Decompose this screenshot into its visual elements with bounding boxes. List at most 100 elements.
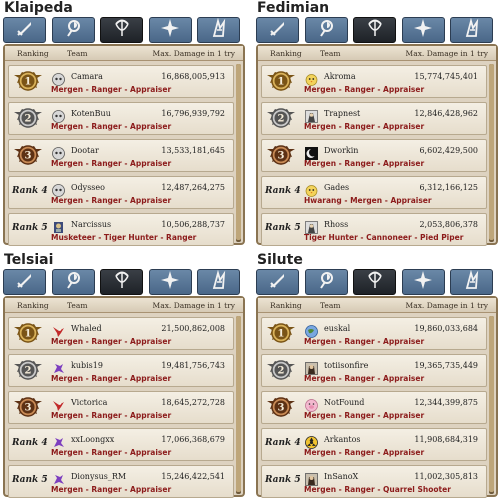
max-damage-value: 12,344,399,875 — [414, 398, 478, 407]
table-header: Ranking Team Max. Damage in 1 try — [258, 46, 496, 61]
rank-label: Rank 4 — [265, 438, 301, 448]
ranking-row[interactable]: 3 Victorica 18,645,272,728 Mergen - Ranger … — [8, 391, 234, 424]
class-tab-sword[interactable] — [256, 269, 299, 295]
scrollbar-thumb[interactable] — [489, 316, 494, 492]
ranking-row[interactable]: 2 Trapnest 12,846,428,962 Mergen - Ranger -… — [261, 102, 487, 135]
server-section: Silute Ranking Team Max. Damage in 1 try 1 eu… — [253, 252, 498, 500]
bow-icon — [365, 270, 385, 294]
header-ranking: Ranking — [270, 301, 302, 310]
team-name: Rhoss — [324, 220, 349, 229]
ranking-row[interactable]: Rank 5 Rhoss 2,053,806,378 Tiger Hunter - C… — [261, 213, 487, 246]
bow-icon — [112, 18, 132, 42]
ranking-row[interactable]: Rank 5 InSanoX 11,002,305,813 Mergen - Rang… — [261, 465, 487, 498]
class-tab-cross[interactable] — [401, 17, 445, 43]
class-tab-mage[interactable] — [304, 17, 348, 43]
cross-icon — [160, 18, 180, 42]
class-tab-scout[interactable] — [197, 269, 240, 295]
header-ranking: Ranking — [270, 49, 302, 58]
knight-icon — [52, 219, 65, 233]
ranking-row[interactable]: 3 NotFound 12,344,399,875 Mergen - Ranger -… — [261, 391, 487, 424]
portrait-icon — [305, 219, 318, 234]
class-tab-mage[interactable] — [51, 17, 95, 43]
class-tab-sword[interactable] — [3, 17, 46, 43]
rank-label: Rank 4 — [265, 186, 301, 196]
svg-text:1: 1 — [25, 77, 32, 88]
class-tab-sword[interactable] — [3, 269, 46, 295]
ranking-row[interactable]: 3 Dworkin 6,602,429,500 Mergen - Ranger - A… — [261, 139, 487, 172]
class-tab-mage[interactable] — [304, 269, 348, 295]
ranking-row[interactable]: Rank 5 Narcissus 10,506,288,737 Musketeer -… — [8, 213, 234, 246]
ranking-panel: Ranking Team Max. Damage in 1 try 1 Akroma 15… — [256, 44, 498, 246]
svg-text:3: 3 — [278, 151, 285, 162]
max-damage-value: 15,246,422,541 — [161, 472, 225, 481]
bird-red-icon — [52, 323, 65, 337]
class-combination: Mergen - Ranger - Appraiser — [304, 159, 425, 168]
bronze-medal-icon: 3 — [265, 143, 297, 169]
server-name: Fedimian — [257, 0, 330, 16]
scrollbar[interactable] — [489, 64, 494, 242]
pig-icon — [305, 397, 318, 412]
ranking-row[interactable]: Rank 4 Gades 6,312,166,125 Hwarang - Mergen… — [261, 176, 487, 209]
silver-medal-icon: 2 — [265, 358, 297, 384]
class-tab-scout[interactable] — [197, 17, 240, 43]
class-tab-cross[interactable] — [401, 269, 445, 295]
max-damage-value: 10,506,288,737 — [161, 220, 225, 229]
class-tab-bow[interactable] — [353, 269, 396, 295]
class-tabs — [256, 269, 498, 295]
ranking-row[interactable]: 2 kubis19 19,481,756,743 Mergen - Ranger - … — [8, 354, 234, 387]
ranking-row[interactable]: 1 euskal 19,860,033,684 Mergen - Ranger - A… — [261, 317, 487, 350]
ranking-row[interactable]: 1 Whaled 21,500,862,008 Mergen - Ranger - A… — [8, 317, 234, 350]
scrollbar[interactable] — [236, 64, 241, 242]
class-tab-scout[interactable] — [450, 17, 493, 43]
ranking-row[interactable]: Rank 4 Arkantos 11,908,684,319 Mergen - Ran… — [261, 428, 487, 461]
team-name: Gades — [324, 183, 350, 192]
class-tab-bow[interactable] — [353, 17, 396, 43]
max-damage-value: 17,066,368,679 — [161, 435, 225, 444]
class-combination: Mergen - Ranger - Appraiser — [51, 122, 172, 131]
class-tab-cross[interactable] — [148, 17, 192, 43]
bird-red-icon — [52, 397, 65, 411]
class-tab-mage[interactable] — [51, 269, 95, 295]
ranking-row[interactable]: Rank 4 xxLoongxx 17,066,368,679 Mergen - Ra… — [8, 428, 234, 461]
class-tab-cross[interactable] — [148, 269, 192, 295]
ranking-row[interactable]: 1 Akroma 15,774,745,401 Mergen - Ranger - A… — [261, 65, 487, 98]
svg-text:2: 2 — [278, 114, 285, 125]
ranking-row[interactable]: Rank 5 Dionysus_RM 15,246,422,541 Mergen - … — [8, 465, 234, 498]
class-tab-scout[interactable] — [450, 269, 493, 295]
team-name: Dionysus_RM — [71, 472, 127, 481]
class-tabs — [3, 269, 245, 295]
rank-label: Rank 4 — [12, 186, 48, 196]
scrollbar-thumb[interactable] — [236, 64, 241, 240]
server-section: Fedimian Ranking Team Max. Damage in 1 try 1… — [253, 0, 498, 248]
bronze-medal-icon: 3 — [265, 395, 297, 421]
scrollbar-thumb[interactable] — [236, 316, 241, 492]
svg-text:2: 2 — [278, 366, 285, 377]
class-combination: Mergen - Ranger - Appraiser — [304, 411, 425, 420]
table-header: Ranking Team Max. Damage in 1 try — [5, 46, 243, 61]
silver-medal-icon: 2 — [265, 106, 297, 132]
class-tab-bow[interactable] — [100, 17, 143, 43]
ranking-row[interactable]: 3 Dootar 13,533,181,645 Mergen - Ranger - A… — [8, 139, 234, 172]
dragon-purple-icon — [52, 434, 65, 447]
max-damage-value: 2,053,806,378 — [419, 220, 478, 229]
ranking-row[interactable]: 2 totiisonfire 19,365,735,449 Mergen - Rang… — [261, 354, 487, 387]
max-damage-value: 19,365,735,449 — [414, 361, 478, 370]
ranking-row[interactable]: 2 KotenBuu 16,796,939,792 Mergen - Ranger -… — [8, 102, 234, 135]
class-combination: Mergen - Ranger - Appraiser — [304, 448, 425, 457]
max-damage-value: 13,533,181,645 — [161, 146, 225, 155]
portrait-dark-icon — [305, 360, 318, 375]
svg-text:1: 1 — [278, 329, 285, 340]
ranking-panel: Ranking Team Max. Damage in 1 try 1 euskal 19… — [256, 296, 498, 498]
ranking-row[interactable]: 1 Camara 16,868,005,913 Mergen - Ranger - A… — [8, 65, 234, 98]
class-tab-sword[interactable] — [256, 17, 299, 43]
mage-icon — [63, 18, 83, 42]
svg-text:3: 3 — [25, 151, 32, 162]
max-damage-value: 11,002,305,813 — [414, 472, 478, 481]
scrollbar[interactable] — [489, 316, 494, 494]
class-tabs — [3, 17, 245, 43]
server-section: Telsiai Ranking Team Max. Damage in 1 try 1 W… — [0, 252, 245, 500]
scrollbar-thumb[interactable] — [489, 64, 494, 240]
scrollbar[interactable] — [236, 316, 241, 494]
ranking-row[interactable]: Rank 4 Odysseo 12,487,264,275 Mergen - Rang… — [8, 176, 234, 209]
class-tab-bow[interactable] — [100, 269, 143, 295]
